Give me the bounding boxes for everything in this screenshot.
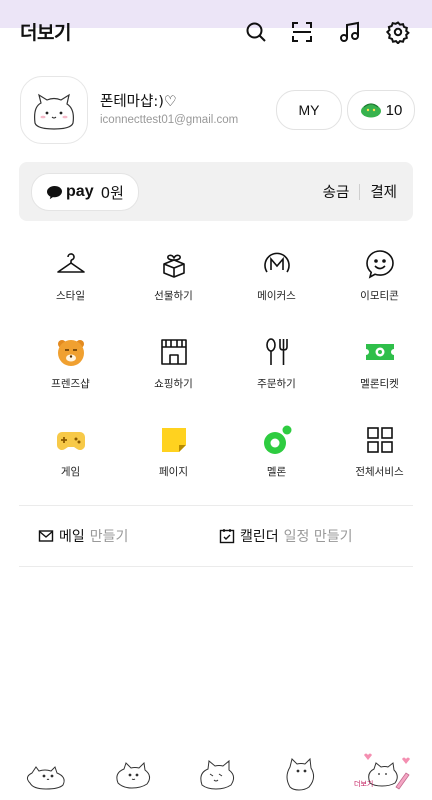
pay-balance-button[interactable]: pay 0원 — [31, 173, 139, 211]
grid-item-melon[interactable]: 멜론 — [225, 420, 328, 490]
my-button-label: MY — [298, 102, 320, 118]
grid-item-label: 페이지 — [159, 466, 188, 478]
grid-item-all-services[interactable]: 전체서비스 — [328, 420, 431, 490]
coin-count: 10 — [385, 101, 403, 119]
profile-name: 폰테마샵:)♡ — [100, 94, 177, 110]
page-icon — [158, 424, 190, 456]
settings-icon[interactable] — [385, 19, 411, 45]
pay-divider — [359, 183, 361, 200]
grid-item-gift[interactable]: 선물하기 — [122, 244, 225, 314]
grid-item-label: 주문하기 — [257, 378, 296, 390]
pay-balance: 0원 — [100, 183, 124, 202]
my-button[interactable]: MY — [276, 90, 342, 130]
coin-icon — [360, 103, 381, 118]
bottom-nav: 더보기 — [0, 745, 432, 800]
makers-icon — [261, 248, 293, 280]
pay-brand: pay — [66, 183, 94, 200]
grid-item-label: 프렌즈샵 — [51, 378, 90, 390]
grid-item-emoticon[interactable]: 이모티콘 — [328, 244, 431, 314]
coin-button[interactable]: 10 — [347, 90, 415, 130]
gift-icon — [158, 248, 190, 280]
view-tab-icon[interactable] — [190, 749, 244, 795]
order-icon — [261, 336, 293, 368]
section-divider — [19, 505, 413, 506]
calendar-action: 일정 만들기 — [283, 529, 353, 545]
more-tab-icon[interactable]: 더보기 — [352, 749, 412, 795]
grid-item-label: 멜론 — [266, 466, 287, 478]
profile-section: 폰테마샵:)♡ iconnecttest01@gmail.com MY 10 — [20, 76, 416, 144]
music-icon[interactable] — [337, 19, 363, 45]
header: 더보기 — [0, 14, 432, 54]
friends-tab-icon[interactable] — [22, 749, 76, 795]
calendar-icon — [219, 529, 235, 544]
grid-item-label: 스타일 — [56, 290, 85, 302]
emoticon-icon — [364, 248, 396, 280]
grid-item-label: 게임 — [60, 466, 81, 478]
grid-item-makers[interactable]: 메이커스 — [225, 244, 328, 314]
grid-item-friends-shop[interactable]: 프렌즈샵 — [19, 332, 122, 402]
cat-avatar-icon — [34, 93, 74, 130]
game-icon — [55, 424, 87, 456]
send-money-button[interactable]: 송금 — [323, 181, 350, 202]
search-icon[interactable] — [243, 19, 269, 45]
grid-item-label: 메이커스 — [257, 290, 296, 302]
grid-item-order[interactable]: 주문하기 — [225, 332, 328, 402]
grid-item-melon-ticket[interactable]: 멜론티켓 — [328, 332, 431, 402]
create-calendar-link[interactable]: 캘린더 일정 만들기 — [219, 526, 353, 546]
grid-item-label: 선물하기 — [154, 290, 193, 302]
grid-item-shop[interactable]: 쇼핑하기 — [122, 332, 225, 402]
more-tab-label: 더보기 — [354, 780, 374, 788]
calendar-label: 캘린더 — [240, 529, 279, 545]
quick-create-links: 메일 만들기 캘린더 일정 만들기 — [19, 520, 413, 554]
scan-icon[interactable] — [289, 19, 315, 45]
mail-label: 메일 — [59, 529, 85, 545]
grid-item-label: 전체서비스 — [355, 466, 404, 478]
friends-shop-icon — [55, 336, 87, 368]
section-divider — [19, 566, 413, 567]
ticket-icon — [364, 336, 396, 368]
grid-item-label: 이모티콘 — [360, 290, 399, 302]
mail-icon — [38, 530, 54, 542]
payment-button[interactable]: 결제 — [370, 181, 397, 202]
grid-item-label: 멜론티켓 — [360, 378, 399, 390]
avatar[interactable] — [20, 76, 88, 144]
all-services-icon — [364, 424, 396, 456]
grid-item-page[interactable]: 페이지 — [122, 420, 225, 490]
create-mail-link[interactable]: 메일 만들기 — [38, 526, 128, 546]
melon-icon — [261, 424, 293, 456]
pay-bar: pay 0원 송금 결제 — [19, 162, 413, 221]
chats-tab-icon[interactable] — [106, 749, 160, 795]
shopping-tab-icon[interactable] — [274, 749, 328, 795]
grid-item-label: 쇼핑하기 — [154, 378, 193, 390]
pay-actions: 송금 결제 — [323, 181, 397, 202]
mail-action: 만들기 — [89, 529, 129, 545]
profile-email: iconnecttest01@gmail.com — [100, 114, 239, 126]
shop-icon — [158, 336, 190, 368]
grid-item-style[interactable]: 스타일 — [19, 244, 122, 314]
speech-bubble-icon — [47, 185, 63, 199]
grid-item-game[interactable]: 게임 — [19, 420, 122, 490]
page-title: 더보기 — [20, 22, 71, 44]
hanger-icon — [55, 248, 87, 280]
